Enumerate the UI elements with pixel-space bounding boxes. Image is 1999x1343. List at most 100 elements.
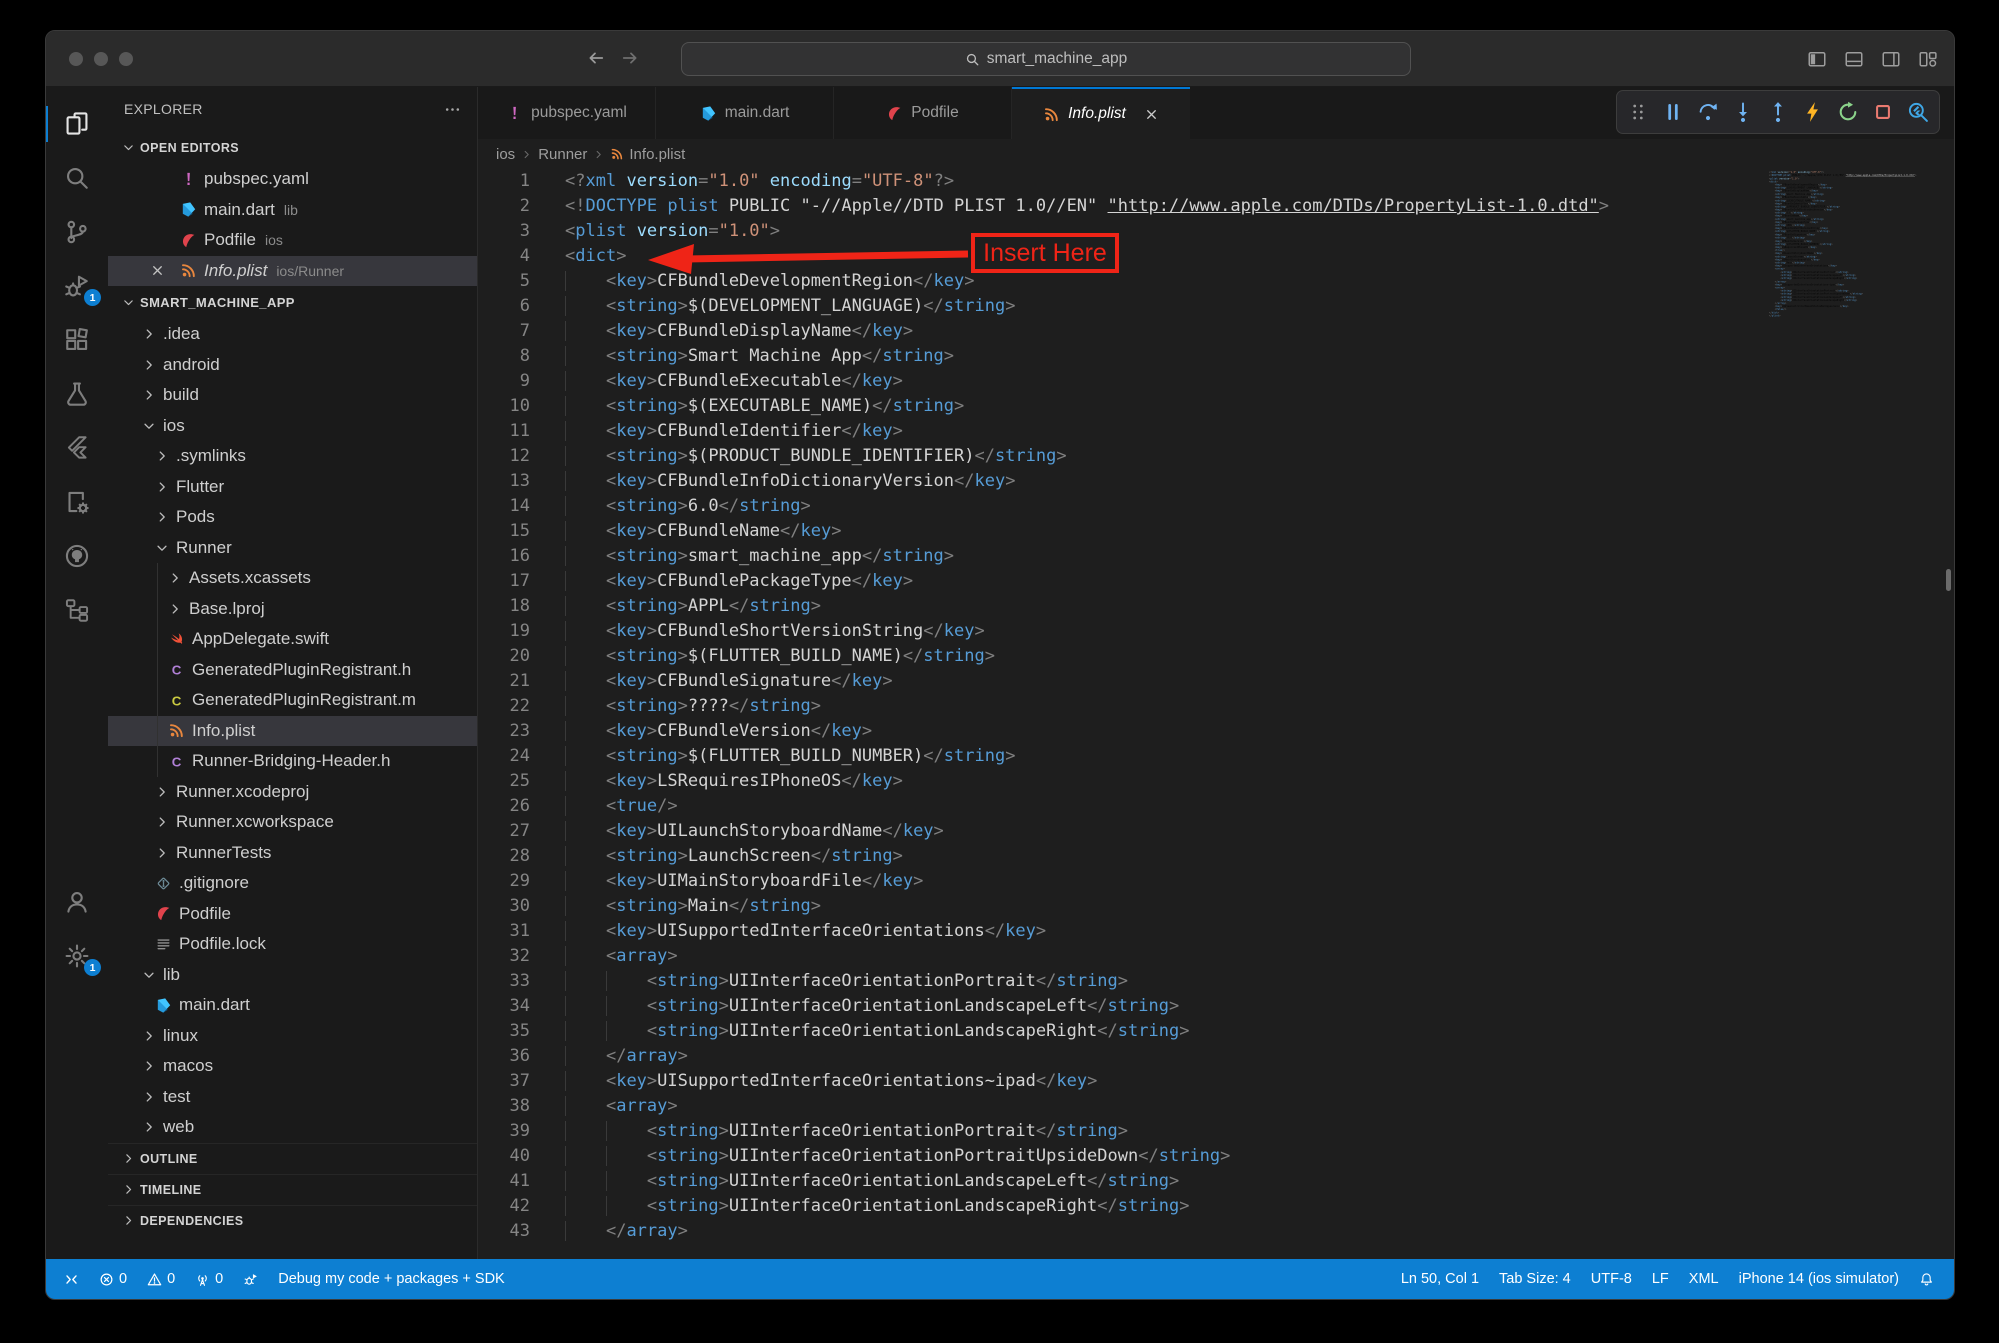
tab-info-plist[interactable]: Info.plist	[1012, 87, 1190, 139]
code-line-23[interactable]: 23 <key>CFBundleVersion</key>	[478, 719, 1954, 744]
tree-item-flutter[interactable]: Flutter	[108, 472, 477, 503]
close-window-button[interactable]	[69, 52, 83, 66]
code-line-9[interactable]: 9 <key>CFBundleExecutable</key>	[478, 369, 1954, 394]
breadcrumb-item[interactable]: Runner	[538, 146, 587, 163]
minimize-window-button[interactable]	[94, 52, 108, 66]
code-line-26[interactable]: 26 <true/>	[478, 794, 1954, 819]
tree-item-runnertests[interactable]: RunnerTests	[108, 838, 477, 869]
code-line-25[interactable]: 25 <key>LSRequiresIPhoneOS</key>	[478, 769, 1954, 794]
tree-item-macos[interactable]: macos	[108, 1051, 477, 1082]
tree-item--gitignore[interactable]: .gitignore	[108, 868, 477, 899]
code-line-38[interactable]: 38 <array>	[478, 1094, 1954, 1119]
command-center-search[interactable]: smart_machine_app	[681, 42, 1411, 76]
tree-item-test[interactable]: test	[108, 1082, 477, 1113]
tree-item--symlinks[interactable]: .symlinks	[108, 441, 477, 472]
tree-item-runner-bridging-header-h[interactable]: Runner-Bridging-Header.h	[108, 746, 477, 777]
activity-item-debug[interactable]: 1	[46, 259, 108, 313]
activity-item-flutter[interactable]	[46, 421, 108, 475]
tree-item-build[interactable]: build	[108, 380, 477, 411]
tree-item-podfile-lock[interactable]: Podfile.lock	[108, 929, 477, 960]
code-line-5[interactable]: 5 <key>CFBundleDevelopmentRegion</key>	[478, 269, 1954, 294]
tree-item-runner[interactable]: Runner	[108, 533, 477, 564]
open-editor-item[interactable]: main.dartlib	[108, 195, 477, 226]
code-line-30[interactable]: 30 <string>Main</string>	[478, 894, 1954, 919]
code-line-8[interactable]: 8 <string>Smart Machine App</string>	[478, 344, 1954, 369]
activity-item-extensions[interactable]	[46, 313, 108, 367]
section-header-outline[interactable]: OUTLINE	[108, 1143, 477, 1174]
action-step-out[interactable]	[1767, 101, 1789, 123]
project-section-header[interactable]: SMART_MACHINE_APP	[108, 286, 477, 319]
open-editor-item[interactable]: Info.plistios/Runner	[108, 256, 477, 287]
code-line-7[interactable]: 7 <key>CFBundleDisplayName</key>	[478, 319, 1954, 344]
action-stop[interactable]	[1872, 101, 1894, 123]
code-line-13[interactable]: 13 <key>CFBundleInfoDictionaryVersion</k…	[478, 469, 1954, 494]
status-item-bell[interactable]	[1909, 1259, 1944, 1299]
close-tab-icon[interactable]	[1144, 107, 1159, 122]
code-line-12[interactable]: 12 <string>$(PRODUCT_BUNDLE_IDENTIFIER)<…	[478, 444, 1954, 469]
code-line-19[interactable]: 19 <key>CFBundleShortVersionString</key>	[478, 619, 1954, 644]
tree-item--idea[interactable]: .idea	[108, 319, 477, 350]
section-header-timeline[interactable]: TIMELINE	[108, 1174, 477, 1205]
status-item-debug-status[interactable]	[233, 1259, 268, 1299]
open-editor-item[interactable]: Podfileios	[108, 225, 477, 256]
code-line-4[interactable]: 4<dict>	[478, 244, 1954, 269]
close-icon[interactable]	[150, 263, 165, 278]
tree-item-runner-xcodeproj[interactable]: Runner.xcodeproj	[108, 777, 477, 808]
back-icon[interactable]	[586, 48, 606, 68]
action-hot-reload[interactable]	[1802, 101, 1824, 123]
status-item[interactable]: LF	[1642, 1259, 1679, 1299]
action-pause[interactable]	[1662, 101, 1684, 123]
code-line-2[interactable]: 2<!DOCTYPE plist PUBLIC "-//Apple//DTD P…	[478, 194, 1954, 219]
tab-podfile[interactable]: Podfile	[834, 87, 1012, 139]
code-line-6[interactable]: 6 <string>$(DEVELOPMENT_LANGUAGE)</strin…	[478, 294, 1954, 319]
action-step-into[interactable]	[1732, 101, 1754, 123]
minimap[interactable]: <?xml version="1.0" encoding="UTF-8"?><!…	[1769, 171, 1919, 318]
code-line-29[interactable]: 29 <key>UIMainStoryboardFile</key>	[478, 869, 1954, 894]
activity-item-testing[interactable]	[46, 367, 108, 421]
code-editor[interactable]: 1<?xml version="1.0" encoding="UTF-8"?>2…	[478, 169, 1954, 1259]
code-line-21[interactable]: 21 <key>CFBundleSignature</key>	[478, 669, 1954, 694]
more-actions-icon[interactable]	[444, 101, 461, 118]
code-line-43[interactable]: 43 </array>	[478, 1219, 1954, 1244]
code-line-24[interactable]: 24 <string>$(FLUTTER_BUILD_NUMBER)</stri…	[478, 744, 1954, 769]
status-item-error[interactable]: 0	[89, 1259, 137, 1299]
activity-item-settings[interactable]: 1	[46, 929, 108, 983]
action-inspector[interactable]	[1907, 101, 1929, 123]
code-line-37[interactable]: 37 <key>UISupportedInterfaceOrientations…	[478, 1069, 1954, 1094]
status-item-broadcast[interactable]: 0	[185, 1259, 233, 1299]
activity-item-search[interactable]	[46, 151, 108, 205]
status-item-warning[interactable]: 0	[137, 1259, 185, 1299]
code-line-36[interactable]: 36 </array>	[478, 1044, 1954, 1069]
code-line-33[interactable]: 33 <string>UIInterfaceOrientationPortrai…	[478, 969, 1954, 994]
tree-item-info-plist[interactable]: Info.plist	[108, 716, 477, 747]
status-item[interactable]: iPhone 14 (ios simulator)	[1729, 1259, 1909, 1299]
activity-item-github[interactable]	[46, 529, 108, 583]
toggle-panel-icon[interactable]	[1844, 49, 1864, 69]
code-line-39[interactable]: 39 <string>UIInterfaceOrientationPortrai…	[478, 1119, 1954, 1144]
action-restart[interactable]	[1837, 101, 1859, 123]
tree-item-web[interactable]: web	[108, 1112, 477, 1143]
code-line-28[interactable]: 28 <string>LaunchScreen</string>	[478, 844, 1954, 869]
code-line-27[interactable]: 27 <key>UILaunchStoryboardName</key>	[478, 819, 1954, 844]
tree-item-appdelegate-swift[interactable]: AppDelegate.swift	[108, 624, 477, 655]
activity-item-source-control[interactable]	[46, 205, 108, 259]
action-grip[interactable]	[1627, 101, 1649, 123]
tree-item-runner-xcworkspace[interactable]: Runner.xcworkspace	[108, 807, 477, 838]
status-item[interactable]: Ln 50, Col 1	[1391, 1259, 1489, 1299]
code-line-22[interactable]: 22 <string>????</string>	[478, 694, 1954, 719]
tree-item-linux[interactable]: linux	[108, 1021, 477, 1052]
activity-item-tools[interactable]	[46, 475, 108, 529]
status-item[interactable]: UTF-8	[1581, 1259, 1642, 1299]
code-line-32[interactable]: 32 <array>	[478, 944, 1954, 969]
code-line-16[interactable]: 16 <string>smart_machine_app</string>	[478, 544, 1954, 569]
code-line-20[interactable]: 20 <string>$(FLUTTER_BUILD_NAME)</string…	[478, 644, 1954, 669]
toggle-secondary-sidebar-icon[interactable]	[1881, 49, 1901, 69]
tree-item-generatedpluginregistrant-m[interactable]: GeneratedPluginRegistrant.m	[108, 685, 477, 716]
activity-item-hierarchy[interactable]	[46, 583, 108, 637]
zoom-window-button[interactable]	[119, 52, 133, 66]
tree-item-ios[interactable]: ios	[108, 411, 477, 442]
code-line-31[interactable]: 31 <key>UISupportedInterfaceOrientations…	[478, 919, 1954, 944]
status-item[interactable]: XML	[1679, 1259, 1729, 1299]
open-editor-item[interactable]: pubspec.yaml	[108, 164, 477, 195]
tree-item-pods[interactable]: Pods	[108, 502, 477, 533]
